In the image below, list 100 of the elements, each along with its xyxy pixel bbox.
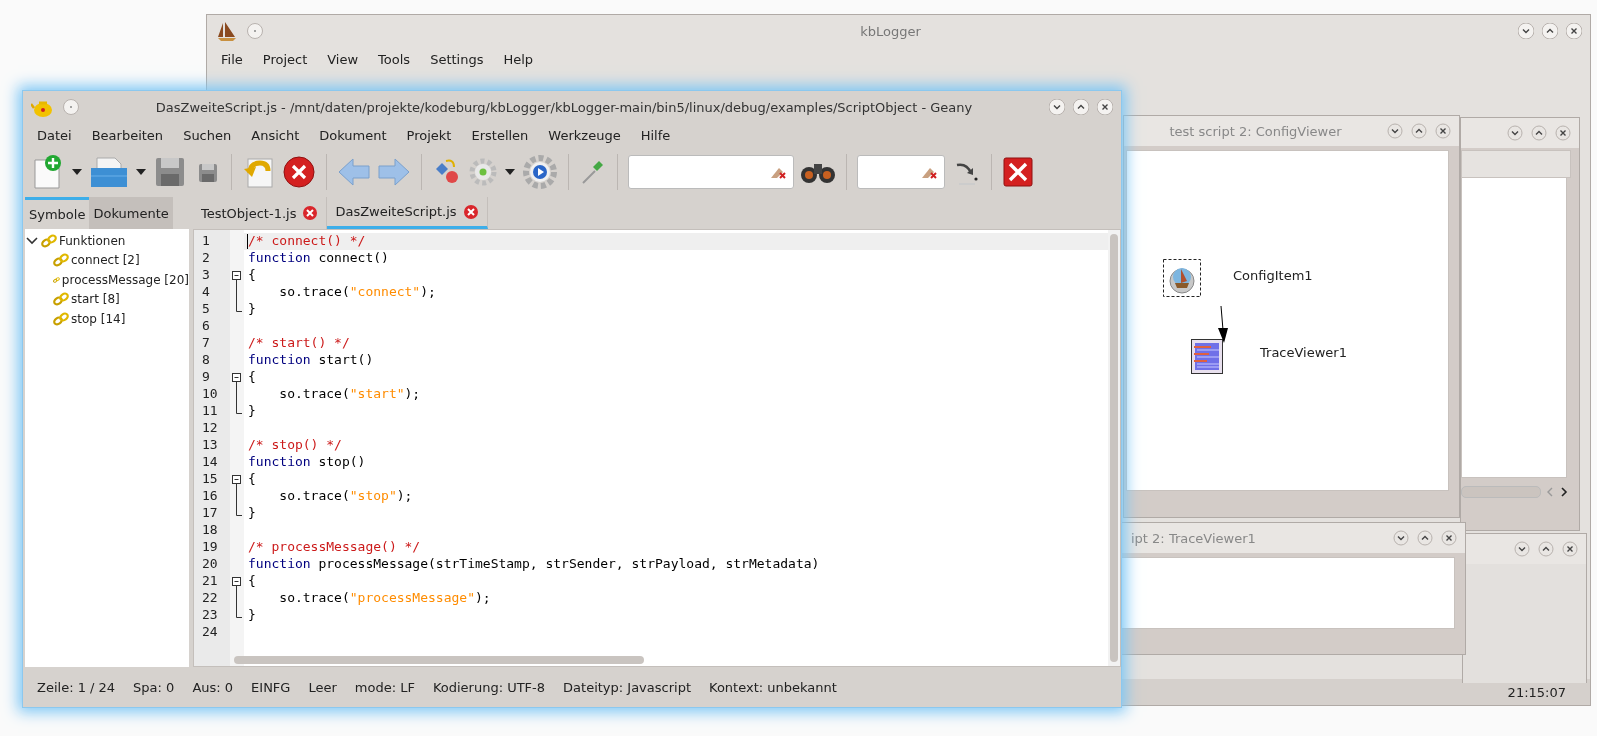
line-number: 6 xyxy=(201,318,211,335)
line-number: 17 xyxy=(201,505,219,522)
close-icon[interactable] xyxy=(1435,123,1451,139)
close-icon[interactable] xyxy=(1566,23,1582,39)
search-field[interactable] xyxy=(628,155,794,189)
tree-item[interactable]: connect [2] xyxy=(71,253,140,268)
code-line: /* start() */ xyxy=(247,335,350,352)
minimize-icon[interactable] xyxy=(1049,99,1065,115)
status-text: Spa: 0 xyxy=(133,679,175,695)
code-line: /* processMessage() */ xyxy=(247,539,421,556)
chain-icon xyxy=(53,253,69,268)
minimize-icon[interactable] xyxy=(1507,125,1523,141)
status-text: Kontext: unbekannt xyxy=(709,679,837,695)
maximize-icon[interactable] xyxy=(1417,530,1433,546)
gear-play-icon[interactable] xyxy=(522,154,558,190)
fold-line xyxy=(236,488,237,505)
line-number: 10 xyxy=(201,386,219,403)
tree-item[interactable]: Funktionen xyxy=(59,233,126,248)
code-line: function start() xyxy=(247,352,374,369)
minimize-icon[interactable] xyxy=(1514,541,1530,557)
menu-item[interactable]: Dokument xyxy=(309,125,397,145)
tree-item[interactable]: stop [14] xyxy=(71,311,126,326)
fold-end-line xyxy=(236,403,242,414)
line-number: 21 xyxy=(201,573,219,590)
arrow xyxy=(1216,306,1230,344)
line-number: 5 xyxy=(201,301,211,318)
menu-item[interactable]: Erstellen xyxy=(461,125,539,145)
status-text: Kodierung: UTF-8 xyxy=(432,679,546,695)
close-icon[interactable] xyxy=(1441,530,1457,546)
tree-item[interactable]: processMessage [20] xyxy=(61,272,189,287)
menu-item[interactable]: File xyxy=(211,49,253,69)
line-number: 11 xyxy=(201,403,219,420)
fold-line xyxy=(236,590,237,607)
menu-item[interactable]: Datei xyxy=(27,125,82,145)
fold-end-line xyxy=(236,607,242,618)
code-line: function connect() xyxy=(247,250,389,267)
scrollbar-thumb[interactable] xyxy=(1110,234,1118,662)
maximize-icon[interactable] xyxy=(1531,125,1547,141)
code-line: { xyxy=(247,267,256,284)
fold-end-line xyxy=(236,301,242,312)
minimize-icon[interactable] xyxy=(1393,530,1409,546)
code-line: } xyxy=(247,403,256,420)
line-number: 12 xyxy=(201,420,219,437)
close-icon[interactable] xyxy=(1562,541,1578,557)
maximize-icon[interactable] xyxy=(1538,541,1554,557)
line-number: 8 xyxy=(201,352,211,369)
list-window-icon[interactable] xyxy=(1191,339,1223,374)
code-line: function stop() xyxy=(247,454,366,471)
menu-item[interactable]: Bearbeiten xyxy=(81,125,174,145)
scrollbar-track[interactable] xyxy=(1461,486,1541,498)
maximize-icon[interactable] xyxy=(1411,123,1427,139)
chevron-icon[interactable] xyxy=(25,234,39,247)
line-number: 18 xyxy=(201,522,219,539)
minimize-icon[interactable] xyxy=(1518,23,1534,39)
code-line: } xyxy=(247,505,256,522)
chain-icon xyxy=(53,311,69,326)
search-field[interactable] xyxy=(857,155,945,189)
menu-item[interactable]: Help xyxy=(493,49,544,69)
menu-item[interactable]: Project xyxy=(252,49,318,69)
minimize-icon[interactable] xyxy=(1387,123,1403,139)
maximize-icon[interactable] xyxy=(1542,23,1558,39)
scrollbar-thumb[interactable] xyxy=(234,656,644,664)
menu-item[interactable]: Suchen xyxy=(173,125,242,145)
menu-item[interactable]: Werkzeuge xyxy=(538,125,631,145)
node-label: ConfigItem1 xyxy=(1233,268,1313,283)
menu-item[interactable]: Settings xyxy=(420,49,494,69)
caret-icon[interactable] xyxy=(135,168,147,176)
tree-item[interactable]: start [8] xyxy=(71,292,120,307)
status-text: EINFG xyxy=(251,679,291,695)
close-icon[interactable] xyxy=(462,203,479,220)
line-number: 2 xyxy=(201,250,211,267)
close-icon[interactable] xyxy=(1555,125,1571,141)
line-number: 16 xyxy=(201,488,219,505)
window-title: DasZweiteScript.js - /mnt/daten/projekte/kodeburg/kbLogger/kbLogger-main/bin5/linux/debug/examples/ScriptObject - Geany xyxy=(154,99,974,115)
close-icon[interactable] xyxy=(282,155,316,189)
clock-text: 21:15:07 xyxy=(1507,684,1566,700)
menu-item[interactable]: Tools xyxy=(368,49,421,69)
code-line: so.trace("start"); xyxy=(278,386,421,403)
menu-item[interactable]: Ansicht xyxy=(241,125,310,145)
gear-ship-icon[interactable] xyxy=(1163,259,1201,297)
maximize-icon[interactable] xyxy=(1073,99,1089,115)
menu-item[interactable]: Hilfe xyxy=(630,125,681,145)
close-icon[interactable] xyxy=(302,205,319,221)
sidebar-tab[interactable]: Dokumente xyxy=(89,197,173,229)
caret-icon[interactable] xyxy=(504,168,516,176)
status-text: Zeile: 1 / 24 xyxy=(37,679,116,695)
menu-item[interactable]: Projekt xyxy=(396,125,462,145)
line-number: 24 xyxy=(201,624,219,641)
close-icon[interactable] xyxy=(1097,99,1113,115)
quit-icon[interactable] xyxy=(1002,156,1034,188)
line-number: 20 xyxy=(201,556,219,573)
line-number: 9 xyxy=(201,369,211,386)
status-text: mode: LF xyxy=(354,679,415,695)
code-line: /* stop() */ xyxy=(247,437,342,454)
caret-icon[interactable] xyxy=(71,168,83,176)
folder-icon[interactable] xyxy=(89,154,129,190)
menu-item[interactable]: View xyxy=(317,49,369,69)
window-title: test script 2: ConfigViewer xyxy=(1168,123,1343,139)
code-line: so.trace("stop"); xyxy=(278,488,413,505)
save-icon[interactable] xyxy=(153,155,187,189)
